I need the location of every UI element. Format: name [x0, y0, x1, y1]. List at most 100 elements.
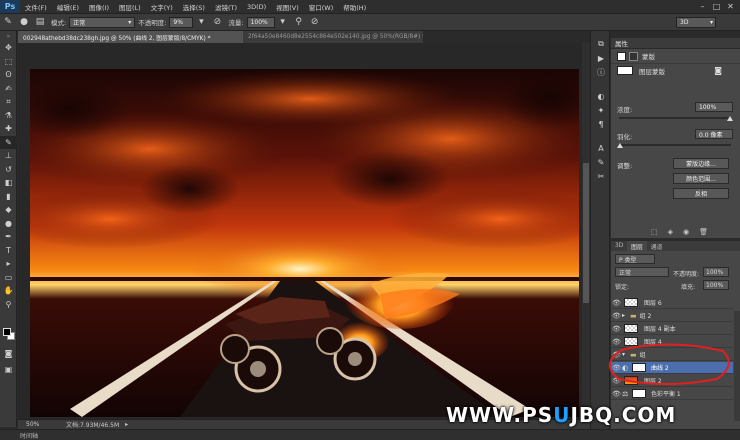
timeline-label[interactable]: 时间轴: [20, 431, 38, 440]
minimize-icon[interactable]: –: [697, 1, 708, 11]
paragraph-panel-icon[interactable]: ¶: [592, 117, 610, 131]
foreground-color-swatch[interactable]: [3, 328, 11, 336]
scrollbar-thumb[interactable]: [583, 163, 589, 303]
color-range-button[interactable]: 颜色范围...: [673, 173, 729, 184]
delete-icon[interactable]: 🗑: [699, 228, 708, 236]
character-panel-icon[interactable]: A: [592, 141, 610, 155]
zoom-tool-icon[interactable]: ⚲: [0, 298, 17, 312]
maximize-icon[interactable]: □: [711, 1, 722, 11]
blend-mode-select[interactable]: 正常: [615, 267, 669, 277]
close-icon[interactable]: ✕: [725, 1, 736, 11]
menu-view[interactable]: 视图(V): [271, 2, 304, 12]
eyedropper-tool-icon[interactable]: ⚗: [0, 109, 17, 123]
flow-field[interactable]: 100%: [246, 16, 275, 28]
fill-field[interactable]: 100%: [703, 280, 729, 290]
menu-3d[interactable]: 3D(D): [242, 3, 271, 11]
canvas-scrollbar[interactable]: [582, 43, 590, 419]
brush-panel-icon[interactable]: ▤: [34, 16, 46, 28]
marquee-tool-icon[interactable]: ⬚: [0, 55, 17, 69]
actions-panel-icon[interactable]: ▶: [592, 51, 610, 65]
menu-select[interactable]: 选择(S): [178, 2, 210, 12]
menu-type[interactable]: 文字(Y): [146, 2, 178, 12]
vector-mask-icon[interactable]: [629, 51, 638, 61]
apply-icon[interactable]: ◈: [668, 228, 673, 236]
expand-arrow-icon[interactable]: ▸: [622, 312, 630, 319]
mode-select[interactable]: 正常 ▾: [69, 16, 136, 28]
tab-document-2[interactable]: 2f64a50e8460d8e2554c864e502e140.jpg @ 50…: [243, 31, 423, 43]
brush-preset-icon[interactable]: ✎: [2, 16, 14, 28]
eraser-tool-icon[interactable]: ◧: [0, 176, 17, 190]
menu-file[interactable]: 文件(F): [20, 2, 52, 12]
invert-button[interactable]: 反相: [673, 188, 729, 199]
density-slider[interactable]: [619, 117, 731, 119]
tab-3d[interactable]: 3D: [611, 241, 627, 251]
feather-field[interactable]: 0.0 像素: [695, 129, 733, 139]
shape-tool-icon[interactable]: ▭: [0, 271, 17, 285]
eye-icon[interactable]: 👁: [611, 325, 622, 333]
layer-filter-select[interactable]: P 类型: [615, 254, 655, 264]
layer-opacity-field[interactable]: 100%: [703, 267, 729, 277]
path-select-tool-icon[interactable]: ▸: [0, 257, 17, 271]
dodge-tool-icon[interactable]: ●: [0, 217, 17, 231]
document-size: 文档:7.93M/46.5M: [66, 422, 120, 429]
clone-source-icon[interactable]: ✂: [592, 169, 610, 183]
quick-mask-icon[interactable]: ◙: [0, 347, 17, 361]
load-selection-icon[interactable]: ⬚: [651, 228, 658, 236]
document-canvas[interactable]: [30, 69, 579, 417]
pen-tool-icon[interactable]: ✒: [0, 230, 17, 244]
brush-panel-icon[interactable]: ✎: [592, 155, 610, 169]
layer-row[interactable]: 👁 图层 6: [611, 297, 733, 309]
mask-edge-button[interactable]: 蒙版边缘...: [673, 158, 729, 169]
tab-document-1[interactable]: 002948athebd38dc238gh.jpg @ 50% (曲线 2, 图…: [18, 31, 243, 43]
crop-tool-icon[interactable]: ⌗: [0, 95, 17, 109]
screen-mode-icon[interactable]: ▣: [0, 363, 17, 377]
pressure-size-icon[interactable]: ⊘: [309, 16, 321, 28]
gradient-tool-icon[interactable]: ▮: [0, 190, 17, 204]
brush-size-icon[interactable]: ●: [18, 16, 30, 28]
airbrush-icon[interactable]: ⚲: [293, 16, 305, 28]
styles-panel-icon[interactable]: ✦: [592, 103, 610, 117]
collapse-icon[interactable]: »: [0, 31, 17, 41]
chevron-down-icon[interactable]: ▾: [277, 16, 289, 28]
hand-tool-icon[interactable]: ✋: [0, 284, 17, 298]
blur-tool-icon[interactable]: ◆: [0, 203, 17, 217]
eye-icon[interactable]: 👁: [611, 299, 622, 307]
move-tool-icon[interactable]: ✥: [0, 41, 17, 55]
info-panel-icon[interactable]: ⓘ: [592, 65, 610, 79]
history-brush-icon[interactable]: ↺: [0, 163, 17, 177]
tab-layers[interactable]: 图层: [627, 241, 647, 251]
stamp-tool-icon[interactable]: ⊥: [0, 149, 17, 163]
menu-layer[interactable]: 图层(L): [114, 2, 146, 12]
eye-icon[interactable]: 👁: [611, 312, 622, 320]
layer-row[interactable]: 👁 ⚖ 色彩平衡 1: [611, 388, 733, 400]
opacity-field[interactable]: 9%: [169, 16, 194, 28]
healing-tool-icon[interactable]: ✚: [0, 122, 17, 136]
workspace-select[interactable]: 3D ▾: [676, 17, 716, 28]
visibility-icon[interactable]: ◉: [683, 228, 689, 236]
menu-filter[interactable]: 滤镜(T): [210, 2, 242, 12]
menu-image[interactable]: 图像(I): [84, 2, 114, 12]
layer-group-row[interactable]: 👁 ▸ ▬ 组 2: [611, 310, 733, 322]
pressure-opacity-icon[interactable]: ⊘: [211, 16, 223, 28]
type-tool-icon[interactable]: T: [0, 244, 17, 258]
density-slider-knob[interactable]: [727, 116, 733, 121]
zoom-level[interactable]: 50%: [26, 421, 66, 428]
lasso-tool-icon[interactable]: ʘ: [0, 68, 17, 82]
menu-edit[interactable]: 编辑(E): [52, 2, 84, 12]
density-field[interactable]: 100%: [695, 102, 733, 112]
brush-tool-icon[interactable]: ✎: [0, 135, 17, 149]
chevron-down-icon[interactable]: ▾: [195, 16, 207, 28]
history-panel-icon[interactable]: ⧉: [592, 37, 610, 51]
menu-window[interactable]: 窗口(W): [304, 2, 339, 12]
adjustments-panel-icon[interactable]: ◐: [592, 89, 610, 103]
quick-select-tool-icon[interactable]: ✍: [0, 82, 17, 96]
menu-help[interactable]: 帮助(H): [338, 2, 371, 12]
feather-slider[interactable]: [619, 144, 731, 146]
eye-icon[interactable]: 👁: [611, 390, 622, 398]
status-menu-icon[interactable]: ▸: [125, 421, 128, 428]
layer-row[interactable]: 👁 图层 4 副本: [611, 323, 733, 335]
apply-mask-icon[interactable]: ◙: [714, 66, 722, 75]
feather-slider-knob[interactable]: [617, 143, 623, 148]
tab-channels[interactable]: 通道: [647, 241, 667, 251]
mask-swatch-icon[interactable]: [617, 51, 626, 61]
